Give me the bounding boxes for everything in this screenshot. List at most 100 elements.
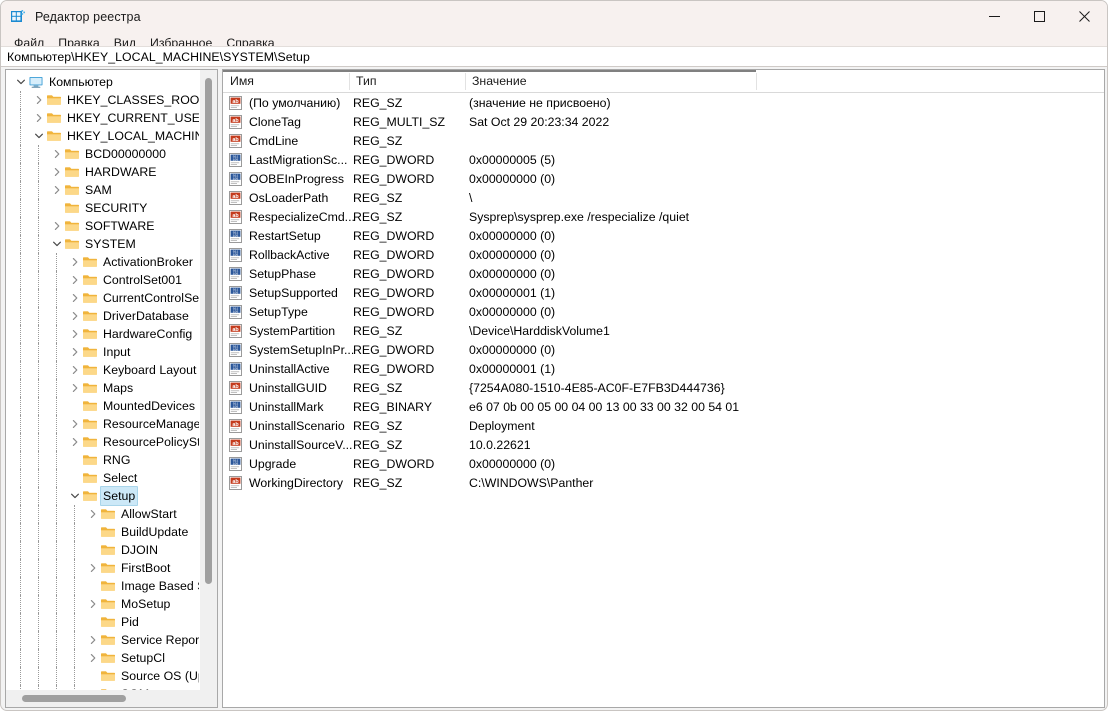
table-row[interactable]: ab CloneTag REG_MULTI_SZ Sat Oct 29 20:23:3… xyxy=(223,112,1104,131)
table-row[interactable]: ab WorkingDirectory REG_SZ C:\WINDOWS\Panth… xyxy=(223,473,1104,492)
tree-item-input[interactable]: Input xyxy=(6,343,200,361)
tree-item-service-reporting-api[interactable]: Service Reporting API xyxy=(6,631,200,649)
tree-hscroll-thumb[interactable] xyxy=(22,695,126,702)
tree-item-buildupdate[interactable]: BuildUpdate xyxy=(6,523,200,541)
table-row[interactable]: 011 100 RollbackActive REG_DWORD 0x00000000 … xyxy=(223,245,1104,264)
chevron-right-icon[interactable] xyxy=(50,163,64,181)
table-row[interactable]: 011 100 UninstallActive REG_DWORD 0x00000001… xyxy=(223,359,1104,378)
tree-item-setup[interactable]: Setup xyxy=(6,486,200,506)
tree-item-[interactable]: Компьютер xyxy=(6,73,200,91)
table-row[interactable]: ab UninstallSourceV... REG_SZ 10.0.22621 xyxy=(223,435,1104,454)
tree-item-hkey-current-user[interactable]: HKEY_CURRENT_USER xyxy=(6,109,200,127)
table-row[interactable]: 011 100 LastMigrationSc... REG_DWORD 0x00000… xyxy=(223,150,1104,169)
tree-guide-line xyxy=(56,271,58,289)
table-row[interactable]: 011 100 OOBEInProgress REG_DWORD 0x00000000 … xyxy=(223,169,1104,188)
tree-item-hkey-local-machine[interactable]: HKEY_LOCAL_MACHINE xyxy=(6,127,200,145)
tree-item-select[interactable]: Select xyxy=(6,469,200,487)
tree-item-djoin[interactable]: DJOIN xyxy=(6,541,200,559)
tree-item-pid[interactable]: Pid xyxy=(6,613,200,631)
chevron-right-icon[interactable] xyxy=(86,595,100,613)
tree-item-hkey-classes-root[interactable]: HKEY_CLASSES_ROOT xyxy=(6,91,200,109)
tree-guide-line xyxy=(38,289,40,307)
table-row[interactable]: 011 100 SystemSetupInPr... REG_DWORD 0x00000… xyxy=(223,340,1104,359)
chevron-right-icon[interactable] xyxy=(68,433,82,451)
column-header-type[interactable]: Тип xyxy=(349,70,465,92)
tree-item-currentcontrolset[interactable]: CurrentControlSet xyxy=(6,289,200,307)
table-row[interactable]: ab UninstallGUID REG_SZ {7254A080-1510-4E85… xyxy=(223,378,1104,397)
tree-item-controlset001[interactable]: ControlSet001 xyxy=(6,271,200,289)
tree-item-system[interactable]: SYSTEM xyxy=(6,235,200,253)
table-row[interactable]: ab SystemPartition REG_SZ \Device\HarddiskV… xyxy=(223,321,1104,340)
list-header: Имя Тип Значение xyxy=(223,70,1104,93)
tree-item-driverdatabase[interactable]: DriverDatabase xyxy=(6,307,200,325)
tree-item-rng[interactable]: RNG xyxy=(6,451,200,469)
chevron-right-icon[interactable] xyxy=(32,91,46,109)
tree-item-mounteddevices[interactable]: MountedDevices xyxy=(6,397,200,415)
value-data-cell: 0x00000000 (0) xyxy=(469,304,556,319)
address-bar[interactable]: Компьютер\HKEY_LOCAL_MACHINE\SYSTEM\Setu… xyxy=(1,46,1107,67)
tree-item-hardware[interactable]: HARDWARE xyxy=(6,163,200,181)
table-row[interactable]: ab RespecializeCmd... REG_SZ Sysprep\syspre… xyxy=(223,207,1104,226)
tree-item-allowstart[interactable]: AllowStart xyxy=(6,505,200,523)
table-row[interactable]: ab OsLoaderPath REG_SZ \ xyxy=(223,188,1104,207)
chevron-right-icon[interactable] xyxy=(68,361,82,379)
table-row[interactable]: 011 100 UninstallMark REG_BINARY e6 07 0b 00… xyxy=(223,397,1104,416)
tree-item-mosetup[interactable]: MoSetup xyxy=(6,595,200,613)
chevron-right-icon[interactable] xyxy=(86,559,100,577)
tree-item-resourcemanager[interactable]: ResourceManager xyxy=(6,415,200,433)
chevron-down-icon[interactable] xyxy=(14,73,28,91)
chevron-down-icon[interactable] xyxy=(32,127,46,145)
chevron-right-icon[interactable] xyxy=(86,505,100,523)
table-row[interactable]: 011 100 RestartSetup REG_DWORD 0x00000000 (0… xyxy=(223,226,1104,245)
chevron-right-icon[interactable] xyxy=(68,415,82,433)
value-name-cell: RestartSetup xyxy=(249,228,321,243)
minimize-button[interactable] xyxy=(972,1,1017,32)
tree-item-activationbroker[interactable]: ActivationBroker xyxy=(6,253,200,271)
chevron-right-icon[interactable] xyxy=(50,217,64,235)
tree-item-setupcl[interactable]: SetupCl xyxy=(6,649,200,667)
chevron-right-icon[interactable] xyxy=(68,343,82,361)
tree-item-keyboard-layout[interactable]: Keyboard Layout xyxy=(6,361,200,379)
column-header-name[interactable]: Имя xyxy=(223,70,349,92)
tree-vertical-scrollbar[interactable] xyxy=(199,70,217,690)
chevron-right-icon[interactable] xyxy=(68,271,82,289)
tree-item-security[interactable]: SECURITY xyxy=(6,199,200,217)
chevron-right-icon[interactable] xyxy=(50,181,64,199)
chevron-right-icon[interactable] xyxy=(68,289,82,307)
tree-item-software[interactable]: SOFTWARE xyxy=(6,217,200,235)
table-row[interactable]: ab UninstallScenario REG_SZ Deployment xyxy=(223,416,1104,435)
chevron-right-icon[interactable] xyxy=(50,145,64,163)
chevron-right-icon[interactable] xyxy=(68,379,82,397)
column-header-value[interactable]: Значение xyxy=(465,70,756,92)
tree-item-resourcepolicystore[interactable]: ResourcePolicyStore xyxy=(6,433,200,451)
table-row[interactable]: 011 100 SetupPhase REG_DWORD 0x00000000 (0) xyxy=(223,264,1104,283)
chevron-right-icon[interactable] xyxy=(86,649,100,667)
tree-item-bcd00000000[interactable]: BCD00000000 xyxy=(6,145,200,163)
tree-item-hardwareconfig[interactable]: HardwareConfig xyxy=(6,325,200,343)
column-divider-3[interactable] xyxy=(756,73,757,90)
chevron-right-icon[interactable] xyxy=(32,109,46,127)
table-row[interactable]: 011 100 Upgrade REG_DWORD 0x00000000 (0) xyxy=(223,454,1104,473)
table-row[interactable]: 011 100 SetupSupported REG_DWORD 0x00000001 … xyxy=(223,283,1104,302)
table-row[interactable]: ab CmdLine REG_SZ xyxy=(223,131,1104,150)
chevron-right-icon[interactable] xyxy=(68,253,82,271)
tree-horizontal-scrollbar[interactable] xyxy=(6,690,200,707)
tree-item-firstboot[interactable]: FirstBoot xyxy=(6,559,200,577)
tree-item-maps[interactable]: Maps xyxy=(6,379,200,397)
table-row[interactable]: 011 100 SetupType REG_DWORD 0x00000000 (0) xyxy=(223,302,1104,321)
chevron-down-icon[interactable] xyxy=(50,235,64,253)
chevron-right-icon[interactable] xyxy=(68,307,82,325)
close-button[interactable] xyxy=(1062,1,1107,32)
tree-item-label: ControlSet001 xyxy=(103,273,183,287)
column-divider-1[interactable] xyxy=(349,73,350,90)
column-divider-2[interactable] xyxy=(465,73,466,90)
chevron-right-icon[interactable] xyxy=(86,631,100,649)
maximize-button[interactable] xyxy=(1017,1,1062,32)
tree-item-image-based-setup[interactable]: Image Based Setup xyxy=(6,577,200,595)
tree-item-sam[interactable]: SAM xyxy=(6,181,200,199)
tree-vscroll-thumb[interactable] xyxy=(205,78,212,584)
chevron-down-icon[interactable] xyxy=(68,487,82,505)
tree-item-source-os-updated-o[interactable]: Source OS (Updated o xyxy=(6,667,200,685)
chevron-right-icon[interactable] xyxy=(68,325,82,343)
table-row[interactable]: ab (По умолчанию) REG_SZ (значение не присв… xyxy=(223,93,1104,112)
